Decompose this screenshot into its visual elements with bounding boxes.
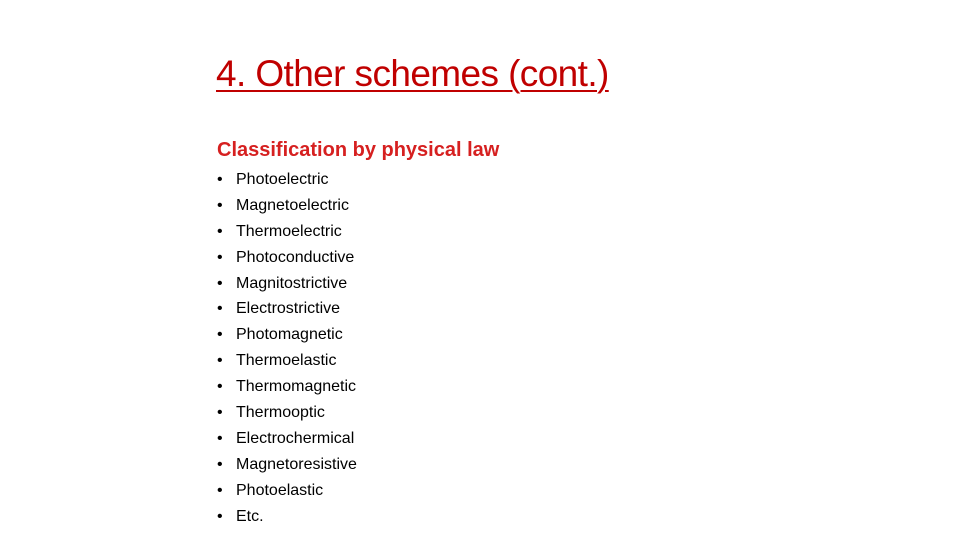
bullet-icon: • [217, 222, 223, 240]
list-item-text: Magnetoelectric [236, 196, 349, 214]
list-item-text: Magnetoresistive [236, 455, 357, 473]
list-item-text: Photoelastic [236, 481, 324, 499]
slide-subtitle: Classification by physical law [217, 139, 500, 161]
bullet-icon: • [217, 404, 223, 422]
bullet-icon: • [217, 326, 223, 344]
bullet-icon: • [217, 455, 223, 473]
list-item-text: Thermoelastic [236, 352, 337, 370]
bullet-icon: • [217, 378, 223, 396]
bullet-icon: • [217, 171, 223, 188]
bullet-icon: • [217, 352, 223, 370]
list-item-text: Thermomagnetic [236, 378, 357, 396]
list-item-text: Magnitostrictive [236, 274, 348, 292]
slide: 4. Other schemes (cont.) Classification … [0, 0, 960, 540]
bullet-icon: • [217, 274, 223, 292]
bullet-icon: • [217, 507, 223, 525]
bullet-icon: • [217, 196, 223, 214]
bullet-icon: • [217, 300, 223, 318]
list-item-text: Photoconductive [236, 248, 355, 266]
bullet-icon: • [217, 248, 223, 266]
slide-title: 4. Other schemes (cont.) [216, 53, 609, 94]
list-item-text: Thermoelectric [236, 222, 342, 240]
bullet-icon: • [217, 429, 223, 447]
list-item-text: Electrochermical [236, 429, 355, 447]
list-item-text: Photoelectric [236, 171, 329, 188]
list-item-text: Thermooptic [236, 404, 325, 422]
list-item-text: Etc. [236, 507, 264, 525]
bullet-icon: • [217, 481, 223, 499]
list-item-text: Photomagnetic [236, 326, 343, 344]
list-item-text: Electrostrictive [236, 300, 341, 318]
